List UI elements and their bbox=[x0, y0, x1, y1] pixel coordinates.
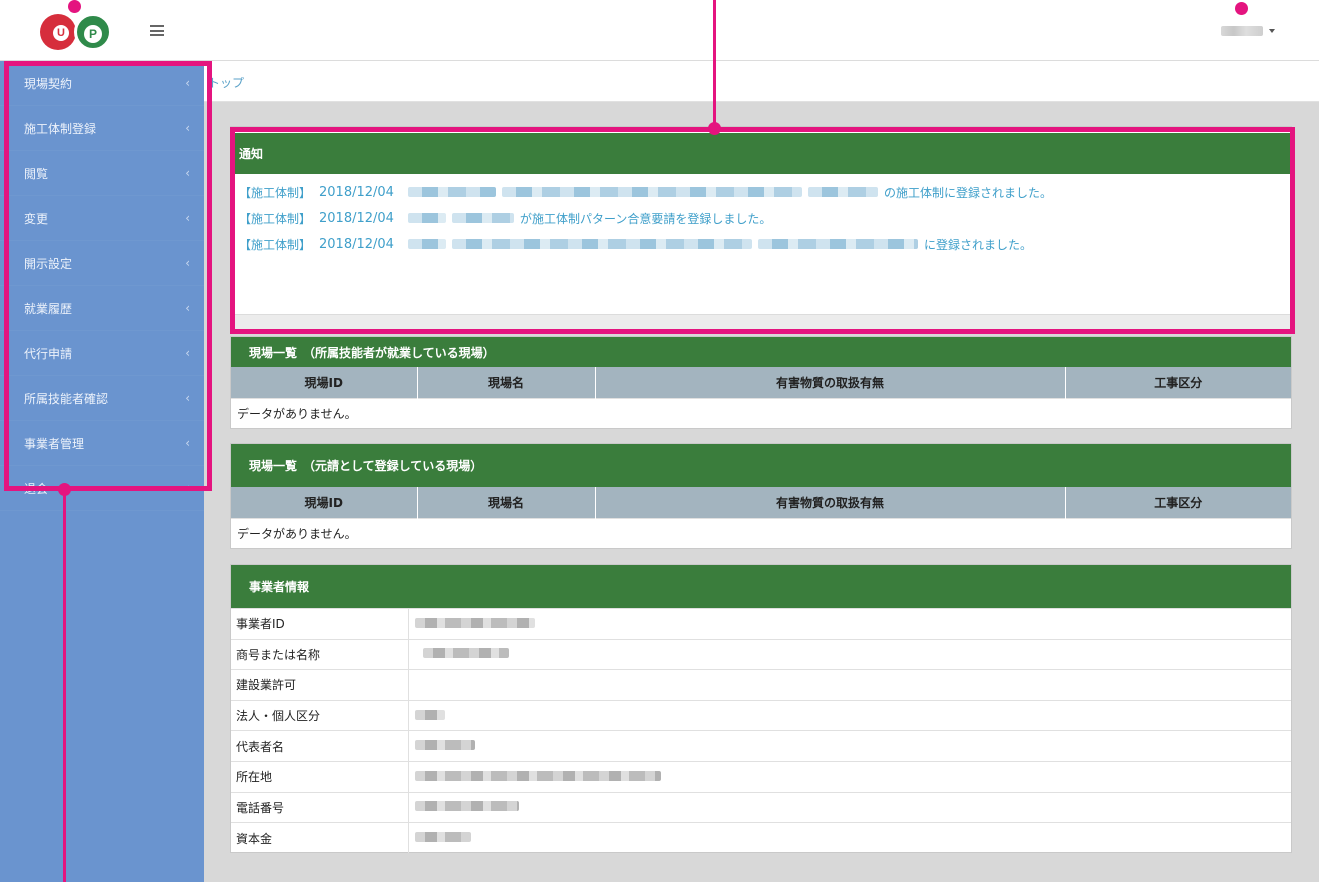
table-row: 資本金 bbox=[231, 822, 1291, 854]
logo-circle-green: P bbox=[74, 13, 112, 51]
sites-prime-panel: 現場一覧 （元請として登録している現場） 現場ID 現場名 有害物質の取扱有無 … bbox=[230, 443, 1292, 549]
logo-circle-red: U bbox=[40, 14, 76, 50]
sites-employed-panel: 現場一覧 （所属技能者が就業している現場） 現場ID 現場名 有害物質の取扱有無… bbox=[230, 336, 1292, 429]
column-header-site-id: 現場ID bbox=[231, 487, 418, 518]
notice-highlight-box bbox=[230, 127, 1295, 334]
redacted-value bbox=[414, 770, 661, 781]
user-menu[interactable] bbox=[1221, 26, 1275, 36]
breadcrumb-bar: トップ bbox=[204, 61, 1319, 102]
top-bar: U P bbox=[0, 0, 1319, 61]
redacted-value bbox=[414, 709, 445, 720]
redacted-value bbox=[422, 648, 509, 659]
breadcrumb[interactable]: トップ bbox=[208, 74, 244, 91]
company-info-panel: 事業者情報 事業者ID 商号または名称 建設業許可 法人・個人区分 代表者名 所… bbox=[230, 564, 1292, 854]
redacted-value bbox=[414, 617, 535, 628]
hamburger-icon[interactable] bbox=[150, 25, 164, 36]
sites-prime-table: 現場ID 現場名 有害物質の取扱有無 工事区分 データがありません。 bbox=[231, 487, 1291, 548]
notice-callout-dot bbox=[708, 122, 721, 135]
column-header-work-category: 工事区分 bbox=[1065, 487, 1291, 518]
caret-down-icon bbox=[1269, 29, 1275, 33]
empty-row: データがありません。 bbox=[231, 397, 1291, 428]
sidebar-callout-line bbox=[63, 489, 66, 882]
table-row: 代表者名 bbox=[231, 730, 1291, 762]
column-header-hazard: 有害物質の取扱有無 bbox=[595, 487, 1066, 518]
table-row: 建設業許可 bbox=[231, 669, 1291, 701]
sidebar-highlight-box bbox=[4, 61, 212, 491]
column-header-work-category: 工事区分 bbox=[1065, 367, 1291, 398]
table-row: 法人・個人区分 bbox=[231, 699, 1291, 731]
sites-employed-table: 現場ID 現場名 有害物質の取扱有無 工事区分 データがありません。 bbox=[231, 367, 1291, 428]
notice-callout-line bbox=[713, 0, 716, 130]
redacted-value bbox=[414, 801, 519, 812]
table-row: 商号または名称 bbox=[231, 638, 1291, 670]
empty-row: データがありません。 bbox=[231, 517, 1291, 548]
column-header-site-id: 現場ID bbox=[231, 367, 418, 398]
user-callout-dot bbox=[1235, 2, 1248, 15]
user-name-redacted bbox=[1221, 26, 1263, 36]
company-info-table: 事業者ID 商号または名称 建設業許可 法人・個人区分 代表者名 所在地 電話番… bbox=[231, 608, 1291, 854]
company-info-title: 事業者情報 bbox=[231, 565, 1291, 608]
redacted-value bbox=[414, 740, 475, 751]
table-row: 電話番号 bbox=[231, 791, 1291, 823]
column-header-site-name: 現場名 bbox=[417, 367, 596, 398]
logo-callout-dot bbox=[68, 0, 81, 13]
logo[interactable]: U P bbox=[40, 13, 112, 51]
table-row: 事業者ID bbox=[231, 608, 1291, 640]
sites-employed-title: 現場一覧 （所属技能者が就業している現場） bbox=[231, 337, 1291, 367]
table-row: 所在地 bbox=[231, 760, 1291, 793]
redacted-value bbox=[414, 832, 471, 843]
sites-prime-title: 現場一覧 （元請として登録している現場） bbox=[231, 444, 1291, 487]
column-header-site-name: 現場名 bbox=[417, 487, 596, 518]
column-header-hazard: 有害物質の取扱有無 bbox=[595, 367, 1066, 398]
